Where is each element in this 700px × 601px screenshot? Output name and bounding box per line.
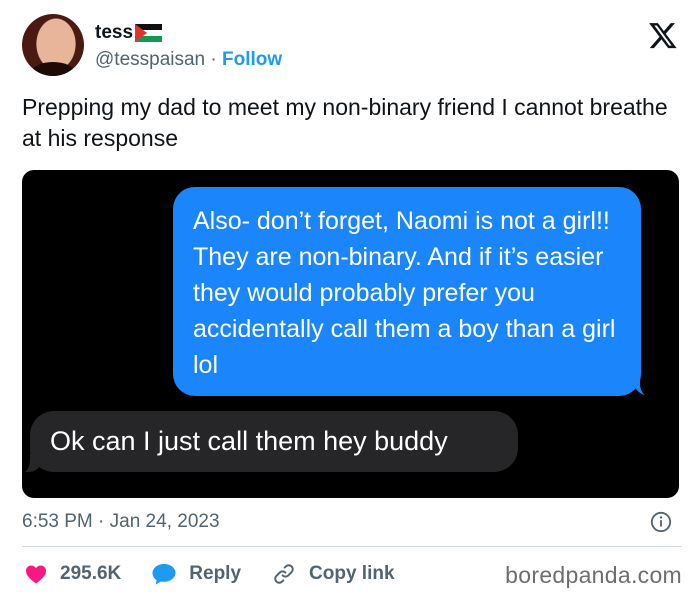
heart-icon [26,565,46,584]
sent-message-bubble: Also- don’t forget, Naomi is not a girl!… [173,187,641,396]
received-message-bubble: Ok can I just call them hey buddy [30,411,518,472]
reply-button[interactable]: Reply [151,562,241,586]
divider [22,546,682,547]
tweet-header: tess @tesspaisan · Follow [22,14,682,84]
x-logo-icon[interactable] [648,20,678,50]
author-display-name[interactable]: tess [95,22,133,44]
copy-link-label: Copy link [309,563,395,584]
author-handle-row: @tesspaisan · Follow [95,49,282,71]
reply-label: Reply [189,563,242,584]
watermark: boredpanda.com [505,562,682,588]
tweet-text: Prepping my dad to meet my non-binary fr… [22,94,668,151]
handle-separator: · [210,49,217,70]
tweet-timestamp[interactable]: 6:53 PM · Jan 24, 2023 [22,511,220,533]
flag-icon [135,24,163,42]
avatar[interactable] [22,14,84,76]
author-handle[interactable]: @tesspaisan [95,49,205,70]
author-name-row[interactable]: tess [95,22,163,44]
link-icon [274,564,294,584]
follow-button[interactable]: Follow [222,49,282,70]
copy-link-button[interactable]: Copy link [271,562,395,586]
info-icon[interactable] [650,511,672,533]
like-count: 295.6K [60,563,122,584]
like-button[interactable]: 295.6K [24,562,121,586]
action-bar: 295.6K Reply Copy link [24,557,425,591]
tweet-media-screenshot[interactable]: Also- don’t forget, Naomi is not a girl!… [22,170,679,498]
reply-bubble-icon [152,564,176,585]
